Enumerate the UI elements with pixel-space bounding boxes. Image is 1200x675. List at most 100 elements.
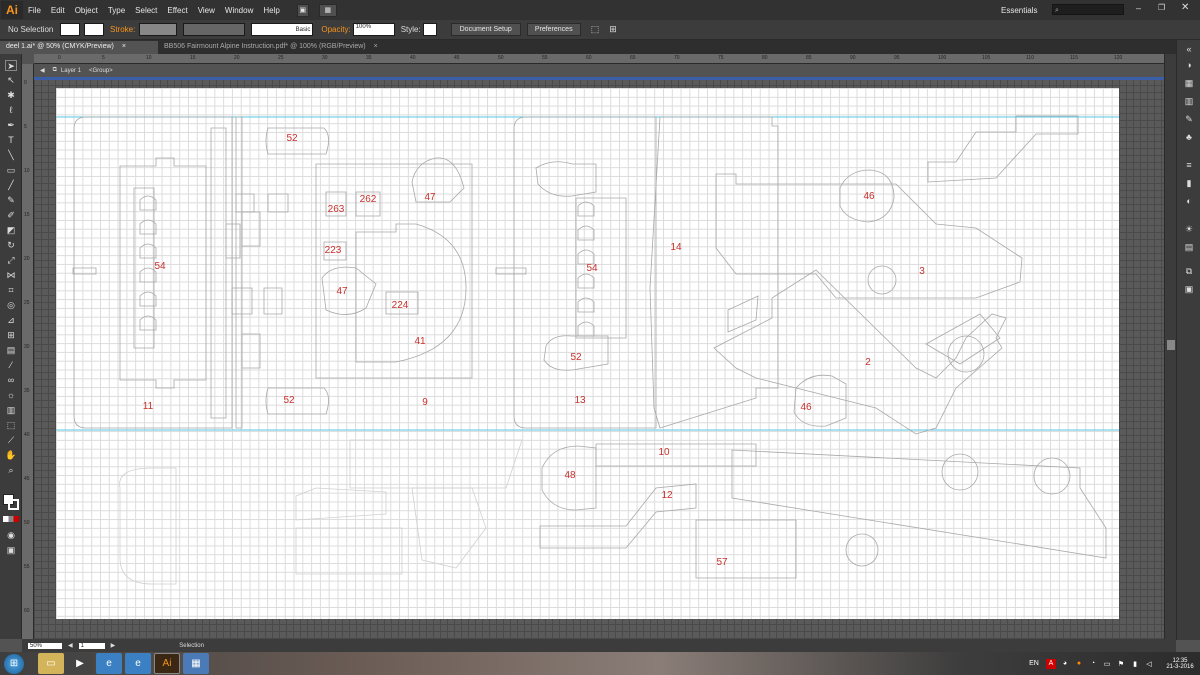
layers-panel-icon[interactable]: ⧉ (1183, 266, 1195, 276)
nav-next-icon[interactable]: ▶ (111, 642, 116, 649)
symbols-icon[interactable]: ♣ (1183, 132, 1195, 142)
direct-selection-tool-icon[interactable]: ↖ (5, 75, 17, 86)
scale-tool-icon[interactable]: ⤢ (5, 255, 17, 266)
explorer-icon[interactable]: ▭ (38, 653, 64, 674)
gradient-panel-icon[interactable]: ▮ (1183, 178, 1195, 188)
artboard-tool-icon[interactable]: ⬚ (5, 420, 17, 431)
artboard[interactable]: 52 263 262 47 223 54 47 224 41 11 52 9 54 52 13 14 46 3 2 4… (56, 88, 1119, 619)
mesh-tool-icon[interactable]: ⊞ (5, 330, 17, 341)
app-icon[interactable]: ▦ (183, 653, 209, 674)
stroke-panel-icon[interactable]: ≡ (1183, 160, 1195, 170)
menu-edit[interactable]: Edit (46, 6, 70, 15)
blend-tool-icon[interactable]: ∞ (5, 375, 17, 386)
back-arrow-icon[interactable]: ◀ (40, 67, 45, 74)
artboard-field[interactable]: 1 (78, 642, 105, 649)
close-tab-icon[interactable]: × (374, 43, 378, 50)
search-field[interactable]: ⌕ (1052, 4, 1124, 15)
security-icon[interactable]: ● (1074, 659, 1084, 669)
stroke-weight-field[interactable] (139, 23, 178, 36)
start-button[interactable]: ⊞ (4, 653, 24, 674)
minimize-button[interactable]: – (1136, 3, 1141, 13)
arrange-documents-button[interactable]: ▦ (318, 3, 337, 17)
variable-width-profile[interactable] (183, 23, 246, 36)
menu-object[interactable]: Object (70, 6, 103, 15)
hand-tool-icon[interactable]: ✋ (5, 450, 17, 461)
opacity-field[interactable]: 100% (352, 23, 395, 36)
media-player-icon[interactable]: ▶ (67, 653, 93, 674)
transparency-icon[interactable]: ◐ (1183, 196, 1195, 206)
shape-builder-tool-icon[interactable]: ◎ (5, 300, 17, 311)
volume-icon[interactable]: ◁ (1144, 659, 1154, 669)
breadcrumb-layer[interactable]: Layer 1 (61, 68, 81, 74)
menu-help[interactable]: Help (258, 6, 284, 15)
slice-tool-icon[interactable]: ⟋ (5, 435, 17, 446)
pen-tool-icon[interactable]: ✒ (5, 120, 17, 131)
color-guide-icon[interactable]: ▦ (1183, 78, 1195, 88)
menu-effect[interactable]: Effect (162, 6, 192, 15)
rectangle-tool-icon[interactable]: ▭ (5, 165, 17, 176)
transform-icon[interactable]: ⊞ (609, 24, 617, 35)
screen-mode-icon[interactable]: ▣ (5, 545, 17, 556)
draw-mode-icon[interactable]: ◉ (5, 530, 17, 541)
blob-brush-tool-icon[interactable]: ✐ (5, 210, 17, 221)
perspective-grid-tool-icon[interactable]: ⊿ (5, 315, 17, 326)
stroke-swatch[interactable] (84, 23, 104, 36)
fill-stroke-icon[interactable] (3, 494, 19, 510)
selection-tool-icon[interactable]: ➤ (5, 60, 17, 71)
menu-view[interactable]: View (193, 6, 220, 15)
collapse-panel-icon[interactable]: « (1183, 44, 1195, 54)
line-tool-icon[interactable]: ╲ (5, 150, 17, 161)
fill-swatch[interactable] (60, 23, 80, 36)
free-transform-tool-icon[interactable]: ⌗ (5, 285, 17, 296)
tray-app-icon[interactable]: ◔ (1088, 659, 1098, 669)
tab-bb506[interactable]: BB506 Fairmount Alpine Instruction.pdf* … (158, 41, 398, 54)
zoom-field[interactable]: 50% (28, 642, 62, 649)
swatches-icon[interactable]: ▥ (1183, 96, 1195, 106)
display-icon[interactable]: ▭ (1102, 659, 1112, 669)
column-graph-tool-icon[interactable]: ▥ (5, 405, 17, 416)
color-panel-icon[interactable]: ◑ (1183, 60, 1195, 70)
width-tool-icon[interactable]: ⋈ (5, 270, 17, 281)
signal-icon[interactable]: ▮ (1130, 659, 1140, 669)
eyedropper-tool-icon[interactable]: ⁄ (5, 360, 17, 371)
workspace-switcher[interactable]: Essentials (996, 6, 1042, 15)
menu-type[interactable]: Type (103, 6, 130, 15)
close-tab-icon[interactable]: × (122, 43, 126, 50)
document-setup-button[interactable]: Document Setup (450, 23, 521, 36)
brushes-icon[interactable]: ✎ (1183, 114, 1195, 124)
eraser-tool-icon[interactable]: ◩ (5, 225, 17, 236)
network-icon[interactable]: ◕ (1060, 659, 1070, 669)
close-button[interactable]: ✕ (1181, 2, 1189, 13)
tab-deel-1[interactable]: deel 1.ai* @ 50% (CMYK/Preview) × (0, 41, 158, 54)
nav-first-icon[interactable]: ◀ (68, 642, 73, 649)
gradient-tool-icon[interactable]: ▤ (5, 345, 17, 356)
lasso-tool-icon[interactable]: ℓ (5, 105, 17, 116)
artboards-panel-icon[interactable]: ▣ (1183, 284, 1195, 294)
breadcrumb-group[interactable]: <Group> (89, 68, 113, 74)
clock[interactable]: 12:35 21-3-2016 (1160, 658, 1200, 670)
menu-file[interactable]: File (23, 6, 46, 15)
preferences-button[interactable]: Preferences (526, 23, 581, 36)
ie-icon[interactable]: e (96, 653, 122, 674)
scroll-thumb[interactable] (1167, 340, 1175, 350)
graphic-styles-icon[interactable]: ▤ (1183, 242, 1195, 252)
graphic-style-swatch[interactable] (422, 23, 437, 36)
appearance-icon[interactable]: ☀ (1183, 224, 1195, 234)
zoom-tool-icon[interactable]: ⌕ (5, 465, 17, 476)
bridge-button[interactable]: ▣ (296, 3, 309, 17)
canvas-area[interactable]: ◀ ⧉ Layer 1 <Group> 52 263 262 47 223 54… (34, 64, 1164, 639)
rotate-tool-icon[interactable]: ↻ (5, 240, 17, 251)
pencil-tool-icon[interactable]: ✎ (5, 195, 17, 206)
paintbrush-tool-icon[interactable]: ╱ (5, 180, 17, 191)
brush-definition[interactable]: Basic (251, 23, 314, 36)
magic-wand-tool-icon[interactable]: ✱ (5, 90, 17, 101)
restore-button[interactable]: ❐ (1158, 3, 1165, 12)
type-tool-icon[interactable]: T (5, 135, 17, 146)
isolate-icon[interactable]: ⬚ (591, 24, 600, 35)
menu-select[interactable]: Select (130, 6, 162, 15)
acrobat-icon[interactable]: A (1046, 658, 1056, 669)
color-mode-icons[interactable] (3, 516, 19, 522)
symbol-sprayer-tool-icon[interactable]: ☼ (5, 390, 17, 401)
illustrator-icon[interactable]: Ai (154, 653, 180, 674)
language-indicator[interactable]: EN (1026, 659, 1042, 669)
